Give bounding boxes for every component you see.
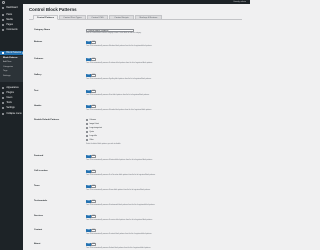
- plugin-icon: [2, 92, 5, 95]
- toggle-buttons[interactable]: ON OFF: [86, 41, 96, 45]
- setting-label-featured: Featured: [34, 155, 44, 157]
- submenu-tags[interactable]: Tags: [3, 70, 7, 72]
- checkbox-large-title[interactable]: Large title: [86, 135, 97, 137]
- toggle-about[interactable]: ON OFF: [86, 243, 96, 247]
- checkbox-columns[interactable]: Columns: [86, 119, 96, 121]
- submenu-categories[interactable]: Categories: [3, 66, 13, 68]
- setting-description: Turn ON to automatically remove all team…: [86, 189, 151, 191]
- setting-label-about: About: [34, 243, 41, 245]
- sidebar-item-media[interactable]: Media: [0, 18, 23, 22]
- setting-label-team: Team: [34, 185, 40, 187]
- toggle-featured[interactable]: ON OFF: [86, 155, 96, 159]
- admin-sidebar: Dashboard Posts Media Pages Comments Blo…: [0, 4, 23, 250]
- checkbox-image-text[interactable]: Image & text: [86, 123, 99, 125]
- sidebar-item-posts[interactable]: Posts: [0, 13, 23, 17]
- category-name-input[interactable]: Control Block Patterns: [86, 28, 134, 32]
- setting-label-services: Services: [34, 215, 44, 217]
- setting-description: Turn ON to automatically remove all text…: [86, 94, 150, 96]
- toggle-columns[interactable]: ON OFF: [86, 58, 96, 62]
- sidebar-item-pages[interactable]: Pages: [0, 23, 23, 27]
- comment-icon: [2, 29, 5, 32]
- sidebar-item-comments[interactable]: Comments: [0, 28, 23, 32]
- toggle-services[interactable]: ON OFF: [86, 215, 96, 219]
- sidebar-item-tools[interactable]: Tools: [0, 101, 23, 105]
- setting-label-contact: Contact: [34, 229, 43, 231]
- toggle-header[interactable]: ON OFF: [86, 105, 96, 109]
- sidebar-item-block-patterns[interactable]: Block Patterns: [0, 50, 23, 55]
- submenu-add-new[interactable]: Add New: [3, 61, 11, 63]
- media-icon: [2, 19, 5, 22]
- tab-control-post-types[interactable]: Control Post Types: [59, 15, 86, 20]
- sidebar-item-plugins[interactable]: Plugins: [0, 91, 23, 95]
- setting-description: Turn ON to automatically remove all colu…: [86, 62, 153, 64]
- setting-label-header: Header: [34, 105, 42, 107]
- category-name-label: Category Name: [34, 29, 51, 31]
- pattern-icon: [2, 51, 5, 54]
- settings-tabs: Control Patterns Control Post Types Cont…: [29, 15, 242, 20]
- users-icon: [2, 97, 5, 100]
- checkbox-large-image-text[interactable]: Large image text: [86, 127, 102, 129]
- admin-bar: Howdy, admin: [0, 0, 250, 4]
- toggle-gallery[interactable]: ON OFF: [86, 74, 96, 78]
- pin-icon: [2, 14, 5, 17]
- sidebar-item-users[interactable]: Users: [0, 96, 23, 100]
- sidebar-item-dashboard[interactable]: Dashboard: [0, 6, 23, 10]
- sidebar-item-settings[interactable]: Settings: [0, 106, 23, 110]
- setting-description: Turn ON to automatically remove all abou…: [86, 247, 151, 249]
- dashboard-icon: [2, 7, 5, 10]
- setting-label-columns: Columns: [34, 58, 44, 60]
- disable-default-patterns-description: Select the default block patterns you wi…: [86, 143, 121, 145]
- page-icon: [2, 24, 5, 27]
- setting-label-call-to-action: Call to action: [34, 170, 48, 172]
- toggle-call-to-action[interactable]: ON OFF: [86, 170, 96, 174]
- block-patterns-submenu: Block Patterns Add New Categories Tags S…: [0, 55, 23, 82]
- tab-backup-restore[interactable]: Backup & Restore: [135, 15, 162, 20]
- checkbox-other[interactable]: Other: [86, 139, 94, 141]
- checkbox-quote[interactable]: Quote: [86, 131, 94, 133]
- toggle-text[interactable]: ON OFF: [86, 90, 96, 94]
- setting-description: Turn ON to automatically remove all cont…: [86, 233, 152, 235]
- submenu-settings[interactable]: Settings: [3, 75, 11, 77]
- setting-description: Turn ON to automatically remove all butt…: [86, 45, 153, 47]
- category-name-description: Give the Control Block Patterns category…: [86, 33, 142, 34]
- setting-label-text: Text: [34, 90, 39, 92]
- setting-description: Turn ON to automatically remove all head…: [86, 109, 152, 111]
- tab-control-patterns[interactable]: Control Patterns: [33, 15, 58, 20]
- collapse-menu[interactable]: Collapse menu: [0, 112, 23, 116]
- tab-control-css[interactable]: Control CSS: [87, 15, 108, 20]
- setting-label-gallery: Gallery: [34, 74, 42, 76]
- tab-control-scripts[interactable]: Control Scripts: [109, 15, 134, 20]
- setting-description: Turn ON to automatically remove all test…: [86, 204, 156, 206]
- settings-icon: [2, 107, 5, 110]
- submenu-block-patterns[interactable]: Block Patterns: [3, 57, 18, 59]
- toggle-testimonials[interactable]: ON OFF: [86, 200, 96, 204]
- howdy-user[interactable]: Howdy, admin: [233, 1, 246, 3]
- setting-label-buttons: Buttons: [34, 41, 43, 43]
- setting-description: Turn ON to automatically remove all call…: [86, 174, 156, 176]
- setting-label-testimonials: Testimonials: [34, 200, 48, 202]
- disable-default-patterns-label: Disable Default Patterns: [34, 119, 60, 121]
- sidebar-item-appearance[interactable]: Appearance: [0, 86, 23, 90]
- setting-description: Turn ON to automatically remove all feat…: [86, 159, 153, 161]
- page-title: Control Block Patterns: [29, 7, 77, 12]
- toggle-contact[interactable]: ON OFF: [86, 229, 96, 233]
- setting-description: Turn ON to automatically remove all gall…: [86, 78, 152, 80]
- collapse-icon: [2, 113, 5, 116]
- setting-description: Turn ON to automatically remove all serv…: [86, 219, 153, 221]
- brush-icon: [2, 87, 5, 90]
- tools-icon: [2, 102, 5, 105]
- toggle-team[interactable]: ON OFF: [86, 185, 96, 189]
